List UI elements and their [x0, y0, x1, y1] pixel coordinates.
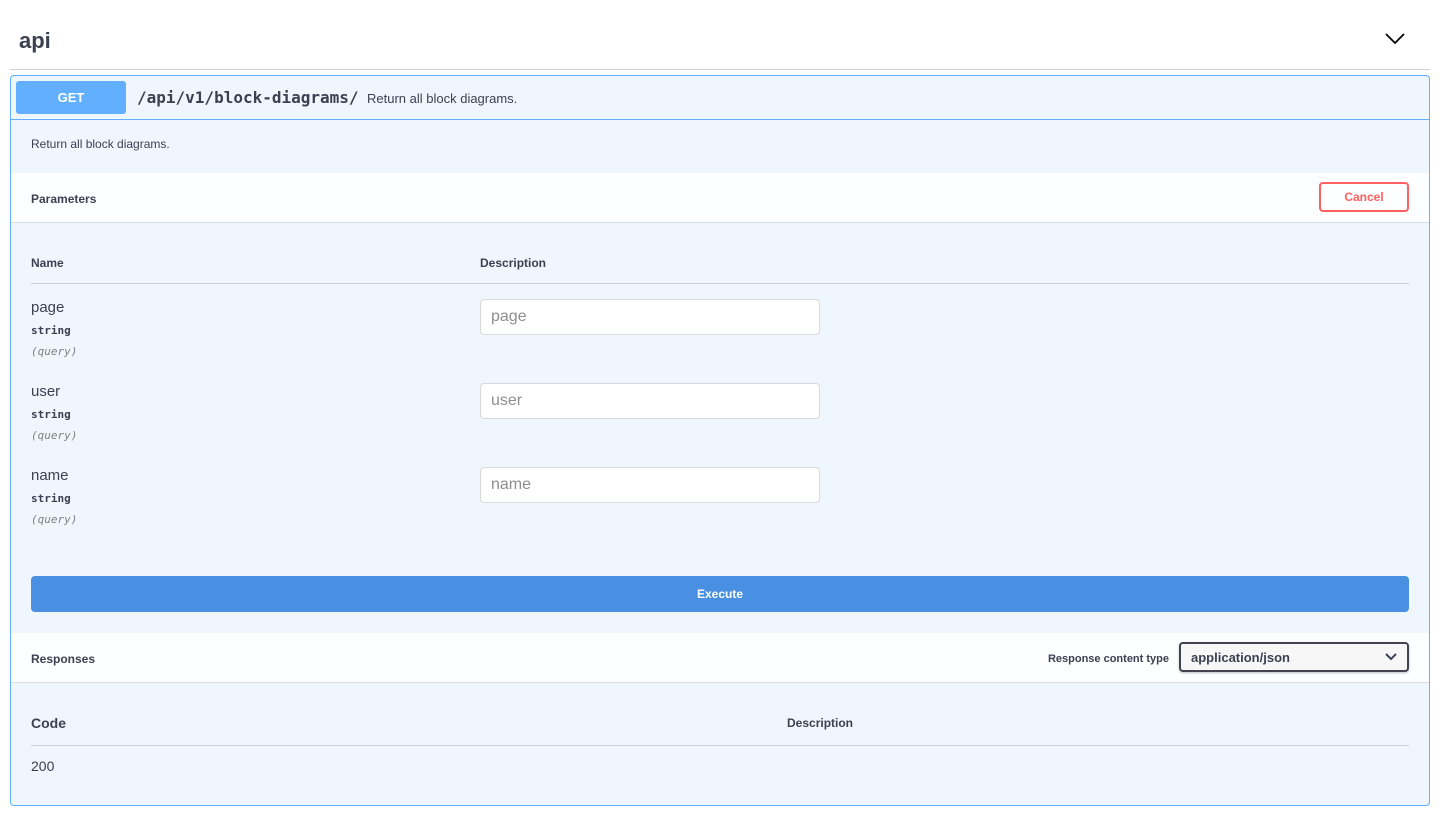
- operation-description: Return all block diagrams.: [31, 137, 170, 151]
- param-name-header: Name: [31, 256, 64, 270]
- response-code-header: Code: [31, 715, 66, 731]
- execute-button[interactable]: Execute: [31, 576, 1409, 612]
- response-content-type-label: Response content type: [1047, 653, 1169, 665]
- cancel-button[interactable]: Cancel: [1319, 182, 1409, 212]
- tag-title: api: [19, 28, 51, 53]
- param-in-name: (query): [31, 513, 78, 526]
- method-badge: GET: [16, 81, 126, 114]
- param-type-name: string: [31, 492, 71, 505]
- param-name-name: name: [31, 467, 69, 484]
- user-input[interactable]: [480, 383, 820, 419]
- chevron-down-icon[interactable]: [1384, 30, 1406, 46]
- param-name-user: user: [31, 383, 61, 400]
- responses-header: Responses Response content type applicat…: [11, 633, 1429, 683]
- response-code-200: 200: [31, 758, 55, 774]
- response-description-header: Description: [787, 716, 854, 730]
- param-in-page: (query): [31, 345, 78, 358]
- parameters-header: Parameters Cancel: [11, 173, 1429, 223]
- parameters-title: Parameters: [31, 192, 97, 206]
- operation-summary[interactable]: GET /api/v1/block-diagrams/ Return all b…: [11, 76, 1429, 120]
- param-type-user: string: [31, 408, 71, 421]
- param-in-user: (query): [31, 429, 78, 442]
- page-input[interactable]: [480, 299, 820, 335]
- param-table-divider: [31, 283, 1409, 284]
- param-description-header: Description: [480, 256, 547, 270]
- tag-header[interactable]: api: [10, 0, 1430, 70]
- operation-summary-text: Return all block diagrams.: [367, 91, 518, 106]
- responses-title: Responses: [31, 652, 96, 666]
- chevron-down-icon: [1385, 653, 1397, 661]
- param-name-page: page: [31, 299, 65, 316]
- operation-path: /api/v1/block-diagrams/: [137, 88, 359, 107]
- name-input[interactable]: [480, 467, 820, 503]
- operation-block: GET /api/v1/block-diagrams/ Return all b…: [10, 75, 1430, 806]
- param-type-page: string: [31, 324, 71, 337]
- response-content-type-select[interactable]: application/json: [1179, 642, 1409, 672]
- response-content-type-value: application/json: [1191, 650, 1290, 665]
- response-table-divider: [31, 745, 1409, 746]
